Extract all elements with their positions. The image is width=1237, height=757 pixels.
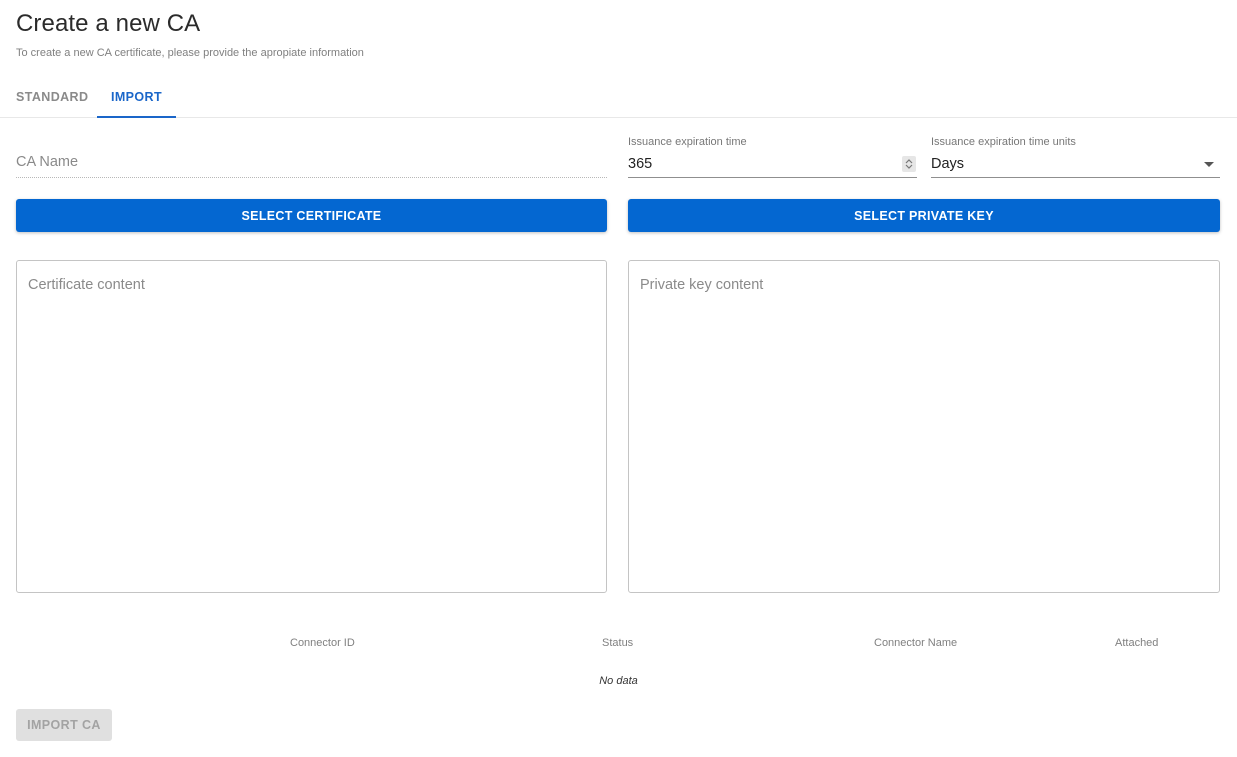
expiration-time-label: Issuance expiration time (628, 136, 747, 148)
import-ca-button[interactable]: IMPORT CA (16, 709, 112, 741)
number-stepper-icon[interactable] (902, 156, 916, 172)
tab-import[interactable]: IMPORT (97, 78, 176, 118)
expiration-time-value[interactable]: 365 (628, 156, 652, 172)
expiration-units-value[interactable]: Days (931, 156, 964, 172)
tab-standard[interactable]: STANDARD (16, 78, 88, 118)
column-header-attached[interactable]: Attached (1115, 637, 1158, 649)
select-private-key-button[interactable]: SELECT PRIVATE KEY (628, 199, 1220, 232)
table-empty-message: No data (599, 675, 638, 687)
tab-bar: STANDARD IMPORT (0, 78, 1237, 118)
chevron-down-icon[interactable] (1204, 162, 1214, 167)
certificate-content-textarea[interactable]: Certificate content (16, 260, 607, 593)
page-title: Create a new CA (16, 10, 201, 37)
private-key-content-textarea[interactable]: Private key content (628, 260, 1220, 593)
expiration-units-label: Issuance expiration time units (931, 136, 1076, 148)
expiration-time-field[interactable]: Issuance expiration time 365 (628, 136, 917, 178)
ca-name-input[interactable] (16, 154, 607, 170)
column-header-connector-id[interactable]: Connector ID (290, 637, 355, 649)
page-subtitle: To create a new CA certificate, please p… (16, 47, 364, 59)
private-key-content-placeholder: Private key content (640, 277, 764, 293)
column-header-status[interactable]: Status (602, 637, 633, 649)
expiration-units-select[interactable]: Issuance expiration time units Days (931, 136, 1220, 178)
ca-name-field (16, 140, 607, 178)
column-header-connector-name[interactable]: Connector Name (874, 637, 957, 649)
certificate-content-placeholder: Certificate content (28, 277, 145, 293)
select-certificate-button[interactable]: SELECT CERTIFICATE (16, 199, 607, 232)
